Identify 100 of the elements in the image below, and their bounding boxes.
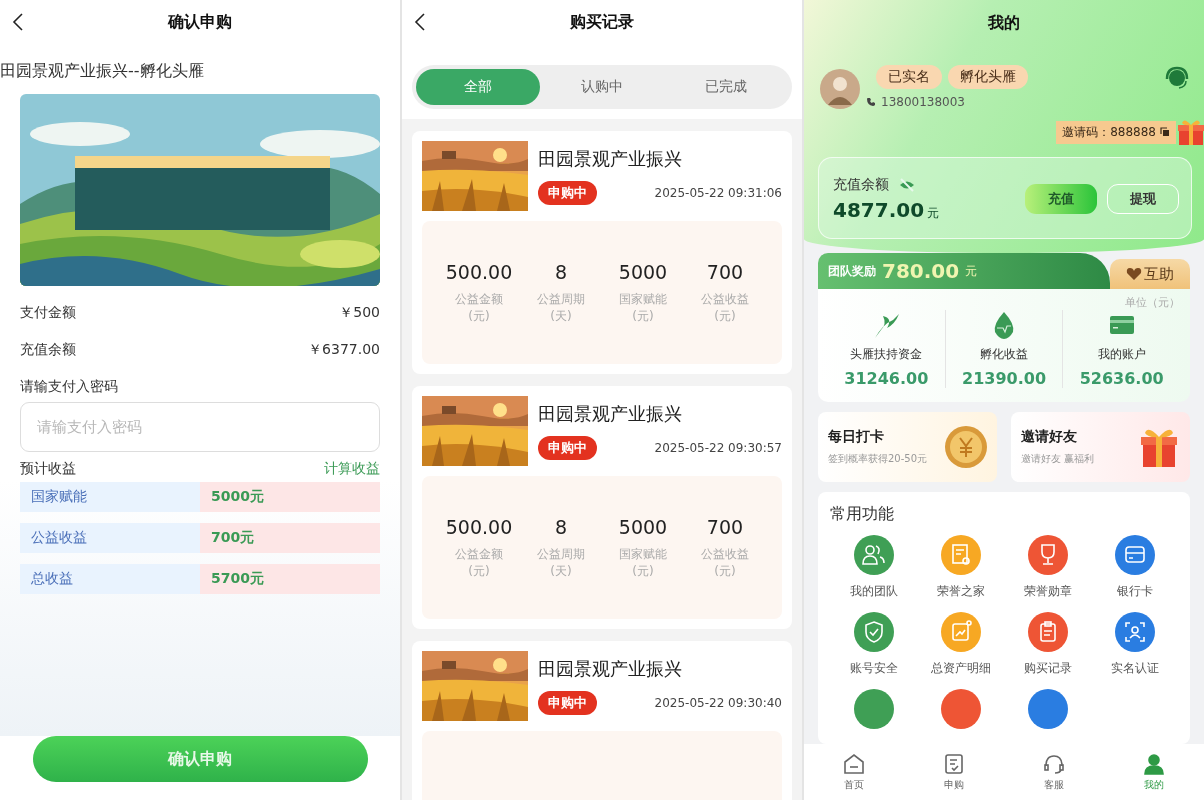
- function-icon[interactable]: [1027, 689, 1068, 729]
- stat-label: 公益收益(元): [700, 290, 750, 325]
- function-label: 荣誉勋章: [1023, 583, 1072, 600]
- invite-code-text: 邀请码：888888: [1062, 123, 1156, 141]
- estimate-label: 预计收益: [20, 460, 76, 478]
- avatar[interactable]: [820, 69, 860, 109]
- record-card[interactable]: 田园景观产业振兴 申购中 2025-05-22 09:30:40: [412, 641, 792, 800]
- return-value: 5700元: [200, 564, 380, 594]
- balance-label: 充值余额: [833, 176, 889, 194]
- phone-number: 13800138003: [881, 95, 965, 109]
- product-title: 田园景观产业振兴--孵化头雁: [0, 60, 205, 82]
- return-value: 700元: [200, 523, 380, 553]
- stat-value: 8: [554, 515, 568, 538]
- stat-value: 8: [554, 260, 568, 283]
- function-icon[interactable]: [940, 689, 981, 729]
- recharge-button[interactable]: 充值: [1025, 184, 1097, 214]
- fund-value: 31246.00: [844, 369, 929, 388]
- back-icon[interactable]: [414, 12, 426, 32]
- stat-label: 公益金额(元): [454, 545, 504, 580]
- stat-label: 公益收益(元): [700, 545, 750, 580]
- screen-title: 我的: [987, 12, 1021, 34]
- headset-icon: [1042, 752, 1066, 776]
- stat-value: 700: [706, 260, 744, 283]
- hide-icon[interactable]: [899, 178, 915, 192]
- withdraw-button[interactable]: 提现: [1107, 184, 1179, 214]
- team-icon[interactable]: [853, 535, 894, 575]
- home-icon: [842, 752, 866, 776]
- product-name: 田园景观产业振兴: [538, 147, 683, 171]
- function-label: 总资产明细: [930, 660, 991, 677]
- calculate-link[interactable]: 计算收益: [324, 460, 380, 478]
- function-label: 购买记录: [1023, 660, 1072, 677]
- password-label: 请输支付入密码: [19, 378, 119, 396]
- stat-value: 5000: [618, 515, 668, 538]
- shield-icon[interactable]: [853, 612, 894, 652]
- customer-service-icon[interactable]: [1164, 65, 1190, 91]
- product-name: 田园景观产业振兴: [538, 402, 683, 426]
- stat-label: 国家赋能(元): [618, 290, 668, 325]
- promo-subtitle: 签到概率获得20-50元: [828, 452, 928, 466]
- status-badge: 申购中: [538, 691, 597, 715]
- copy-icon[interactable]: [1160, 127, 1170, 137]
- password-field[interactable]: 请输支付入密码: [20, 402, 380, 452]
- stat-value: 500.00: [445, 260, 513, 283]
- record-card[interactable]: 田园景观产业振兴 申购中 2025-05-22 09:30:57 500.00 公益金额(元) 8 公益周期(天) 5000 国家赋能(元) 700 公益收益(元): [412, 386, 792, 629]
- fund-label: 头雁扶持资金: [850, 346, 923, 363]
- tab-bar-item[interactable]: 申购: [904, 744, 1004, 800]
- stat-label: 公益金额(元): [454, 290, 504, 325]
- chart-icon[interactable]: [940, 612, 981, 652]
- fund-value: 52636.00: [1079, 369, 1164, 388]
- return-label: 国家赋能: [20, 482, 200, 512]
- return-label: 总收益: [20, 564, 200, 594]
- tab-bar-item[interactable]: 客服: [1004, 744, 1104, 800]
- record-time: 2025-05-22 09:30:57: [654, 441, 782, 455]
- clipboard-icon[interactable]: [1027, 612, 1068, 652]
- user-badge: 孵化头雁: [948, 65, 1028, 89]
- bankcard-icon[interactable]: [1114, 535, 1155, 575]
- person-icon: [1142, 752, 1166, 776]
- function-icon[interactable]: [853, 689, 894, 729]
- promo-subtitle: 邀请好友 赢福利: [1021, 452, 1095, 466]
- record-time: 2025-05-22 09:31:06: [654, 186, 782, 200]
- coin-icon: [943, 424, 989, 470]
- stat-value: 700: [706, 515, 744, 538]
- record-time: 2025-05-22 09:30:40: [654, 696, 782, 710]
- unit-note: 单位（元）: [1124, 295, 1180, 310]
- tab-bar-item[interactable]: 我的: [1104, 744, 1204, 800]
- product-name: 田园景观产业振兴: [538, 657, 683, 681]
- stat-label: 公益周期(天): [536, 545, 586, 580]
- stat-value: 500.00: [445, 515, 513, 538]
- filter-tab[interactable]: 认购中: [540, 69, 664, 105]
- promo-card[interactable]: 邀请好友 邀请好友 赢福利: [1011, 412, 1190, 482]
- face-icon[interactable]: [1114, 612, 1155, 652]
- record-card[interactable]: 田园景观产业振兴 申购中 2025-05-22 09:31:06 500.00 公益金额(元) 8 公益周期(天) 5000 国家赋能(元) 700 公益收益(元): [412, 131, 792, 374]
- fund-label: 孵化收益: [980, 346, 1028, 363]
- invite-code[interactable]: 邀请码：888888: [1056, 120, 1176, 144]
- stat-value: 5000: [618, 260, 668, 283]
- promo-card[interactable]: 每日打卡 签到概率获得20-50元: [818, 412, 997, 482]
- back-icon[interactable]: [12, 12, 24, 32]
- tab-bar-item[interactable]: 首页: [804, 744, 904, 800]
- filter-tab[interactable]: 已完成: [664, 69, 788, 105]
- screen-title: 确认申购: [168, 12, 232, 33]
- stat-label: 公益周期(天): [536, 290, 586, 325]
- user-badge: 已实名: [876, 65, 942, 89]
- return-label: 公益收益: [20, 523, 200, 553]
- function-label: 账号安全: [849, 660, 898, 677]
- promo-title: 每日打卡: [828, 428, 885, 446]
- certificate-icon[interactable]: [940, 535, 981, 575]
- screen-title: 购买记录: [570, 12, 634, 33]
- heart-icon: [1126, 267, 1142, 281]
- status-badge: 申购中: [538, 181, 597, 205]
- mutual-aid-button[interactable]: 互助: [1110, 259, 1190, 289]
- team-reward-amount: 780.00: [882, 259, 960, 283]
- section-title: 常用功能: [830, 504, 895, 525]
- fund-label: 我的账户: [1097, 346, 1146, 363]
- function-label: 荣誉之家: [936, 583, 985, 600]
- fund-value: 21390.00: [962, 369, 1046, 388]
- team-reward-label: 团队奖励: [828, 262, 876, 280]
- function-label: 银行卡: [1116, 583, 1153, 600]
- detail-label: 支付金额: [20, 304, 76, 322]
- detail-value: ￥500: [339, 304, 380, 322]
- balance-amount: 4877.00: [833, 198, 925, 222]
- trophy-icon[interactable]: [1027, 535, 1068, 575]
